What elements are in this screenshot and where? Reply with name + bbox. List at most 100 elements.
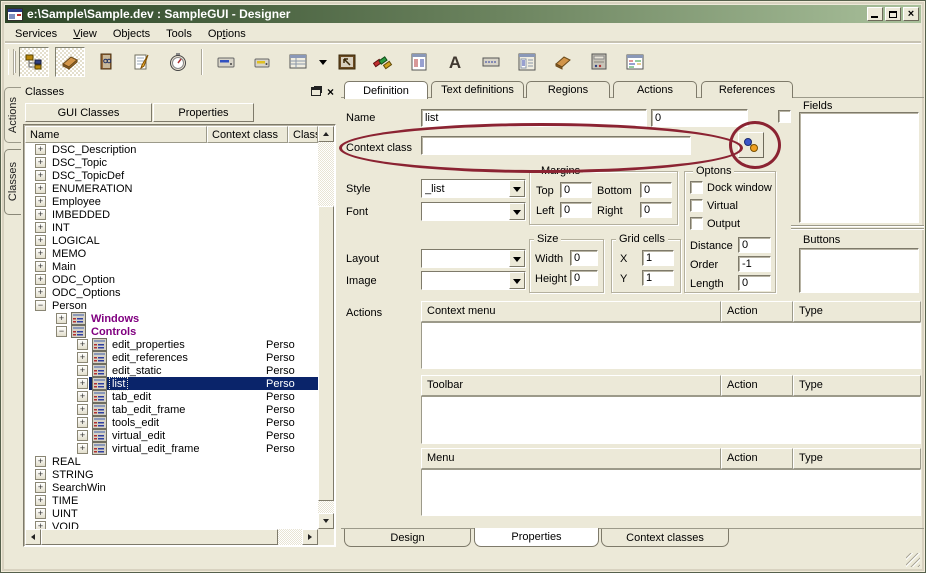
tab-definition[interactable]: Definition — [344, 81, 428, 99]
tree-item-DSC_TopicDef[interactable]: +DSC_TopicDef — [25, 169, 318, 182]
tab-references[interactable]: References — [701, 81, 793, 98]
scroll-up-icon[interactable] — [318, 126, 334, 142]
image-combo[interactable] — [421, 271, 526, 290]
close-button[interactable]: × — [903, 7, 919, 21]
title-bar[interactable]: e:\Sample\Sample.dev : SampleGUI - Desig… — [5, 5, 921, 23]
expand-icon[interactable]: + — [35, 261, 46, 272]
close-panel-icon[interactable]: × — [327, 87, 334, 97]
expand-icon[interactable]: + — [35, 222, 46, 233]
toolbar-table-body[interactable] — [421, 396, 921, 444]
tree-item-REAL[interactable]: +REAL — [25, 455, 318, 468]
tree-horizontal-scrollbar[interactable] — [25, 529, 318, 545]
action-column-header[interactable]: Action — [721, 301, 793, 322]
layout-combo-input[interactable] — [422, 250, 509, 267]
dock-window-checkbox[interactable] — [690, 181, 703, 194]
tab-design[interactable]: Design — [344, 529, 471, 547]
font-combo-input[interactable] — [422, 203, 509, 220]
scroll-down-icon[interactable] — [318, 513, 334, 529]
column-header-name[interactable]: Name — [25, 126, 207, 143]
toolbar-button-report[interactable] — [404, 47, 434, 77]
toolbar-column-header[interactable]: Toolbar — [421, 375, 721, 396]
tab-actions[interactable]: Actions — [613, 81, 697, 98]
expand-icon[interactable]: + — [77, 365, 88, 376]
expand-icon[interactable]: + — [77, 352, 88, 363]
tree-item-Person[interactable]: −Person — [25, 299, 318, 312]
maximize-button[interactable] — [885, 7, 901, 21]
scroll-right-icon[interactable] — [302, 529, 318, 545]
column-header-context-class[interactable]: Context class — [207, 126, 288, 143]
tree-item-UINT[interactable]: +UINT — [25, 507, 318, 520]
toolbar-button-form-table[interactable] — [512, 47, 542, 77]
tree-item-ODC_Option[interactable]: +ODC_Option — [25, 273, 318, 286]
toolbar-button-form-grid[interactable] — [283, 47, 313, 77]
tree-item-virtual_edit[interactable]: +virtual_editPerso — [25, 429, 318, 442]
margin-top-input[interactable] — [560, 182, 592, 198]
menu-objects[interactable]: Objects — [105, 26, 158, 42]
context-class-input[interactable] — [421, 136, 691, 155]
tree-item-ODC_Options[interactable]: +ODC_Options — [25, 286, 318, 299]
tree-item-IMBEDDED[interactable]: +IMBEDDED — [25, 208, 318, 221]
tree-item-Windows[interactable]: +Windows — [25, 312, 318, 325]
layout-combo[interactable] — [421, 249, 526, 268]
action-column-header[interactable]: Action — [721, 448, 793, 469]
expand-icon[interactable]: + — [35, 495, 46, 506]
expand-icon[interactable]: + — [35, 456, 46, 467]
expand-icon[interactable]: + — [35, 287, 46, 298]
style-dropdown-icon[interactable] — [509, 180, 525, 197]
expand-icon[interactable]: + — [77, 443, 88, 454]
expand-icon[interactable]: + — [35, 521, 46, 529]
tree-item-TIME[interactable]: +TIME — [25, 494, 318, 507]
image-dropdown-icon[interactable] — [509, 272, 525, 289]
style-combo[interactable] — [421, 179, 526, 198]
toolbar-button-window-import[interactable] — [332, 47, 362, 77]
font-combo[interactable] — [421, 202, 526, 221]
minimize-button[interactable] — [867, 7, 883, 21]
toolbar-button-window-colored[interactable] — [620, 47, 650, 77]
toolbar-button-font[interactable]: A — [440, 47, 470, 77]
column-header-class[interactable]: Class — [288, 126, 318, 143]
scroll-left-icon[interactable] — [25, 529, 41, 545]
tree-item-MEMO[interactable]: +MEMO — [25, 247, 318, 260]
order-input[interactable] — [738, 256, 771, 272]
height-input[interactable] — [570, 270, 598, 286]
layout-dropdown-icon[interactable] — [509, 250, 525, 267]
expand-icon[interactable]: + — [35, 508, 46, 519]
margin-bottom-input[interactable] — [640, 182, 672, 198]
toolbar-button-widget-button[interactable] — [476, 47, 506, 77]
length-input[interactable] — [738, 275, 771, 291]
expand-icon[interactable]: + — [77, 417, 88, 428]
fields-listbox[interactable] — [799, 112, 919, 223]
tree-item-ENUMERATION[interactable]: +ENUMERATION — [25, 182, 318, 195]
tree-item-SearchWin[interactable]: +SearchWin — [25, 481, 318, 494]
name-flag-checkbox[interactable] — [778, 110, 791, 123]
toolbar-button-stopwatch[interactable] — [163, 47, 193, 77]
type-column-header[interactable]: Type — [793, 301, 921, 322]
expand-icon[interactable]: + — [35, 274, 46, 285]
fields-buttons-splitter[interactable] — [791, 225, 924, 230]
tree-item-edit_properties[interactable]: +edit_propertiesPerso — [25, 338, 318, 351]
style-combo-input[interactable] — [422, 180, 509, 197]
toolbar-button-drive-yellow[interactable] — [247, 47, 277, 77]
tab-regions[interactable]: Regions — [526, 81, 610, 98]
horizontal-scroll-thumb[interactable] — [41, 529, 278, 545]
menu-services[interactable]: Services — [7, 26, 65, 42]
expand-icon[interactable]: + — [35, 248, 46, 259]
tree-item-INT[interactable]: +INT — [25, 221, 318, 234]
name-number-input[interactable] — [651, 109, 748, 127]
grid-y-input[interactable] — [642, 270, 674, 286]
expand-icon[interactable]: + — [35, 469, 46, 480]
tree-item-virtual_edit_frame[interactable]: +virtual_edit_framePerso — [25, 442, 318, 455]
tab-context-classes[interactable]: Context classes — [601, 529, 729, 547]
image-combo-input[interactable] — [422, 272, 509, 289]
tree-item-Controls[interactable]: −Controls — [25, 325, 318, 338]
menu-tools[interactable]: Tools — [158, 26, 200, 42]
tree-item-DSC_Topic[interactable]: +DSC_Topic — [25, 156, 318, 169]
menu-table-body[interactable] — [421, 469, 921, 516]
tree-item-tab_edit_frame[interactable]: +tab_edit_framePerso — [25, 403, 318, 416]
grid-x-input[interactable] — [642, 250, 674, 266]
expand-icon[interactable]: + — [77, 378, 88, 389]
expand-icon[interactable]: + — [35, 482, 46, 493]
expand-icon[interactable]: + — [35, 157, 46, 168]
context-menu-table-body[interactable] — [421, 322, 921, 369]
resize-grip[interactable] — [906, 553, 920, 567]
